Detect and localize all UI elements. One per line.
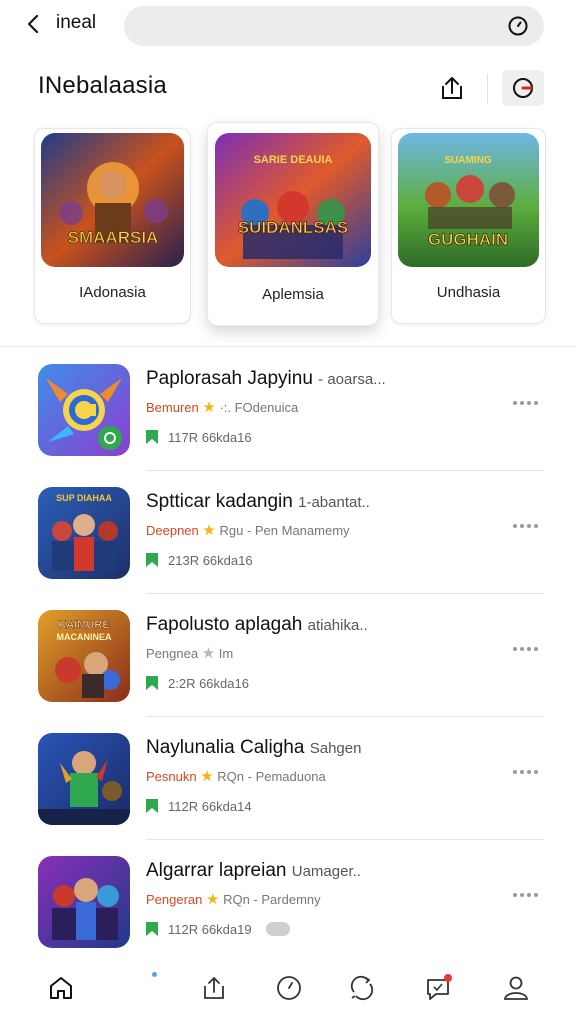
row-title: Algarrar lapreian Uamager..	[146, 860, 361, 881]
chat-icon[interactable]	[424, 974, 452, 1002]
clock-icon[interactable]	[275, 974, 303, 1002]
profile-icon[interactable]	[502, 974, 530, 1002]
bookmark-icon	[146, 799, 158, 813]
featured-label: IAdonasia	[79, 284, 146, 301]
list-item[interactable]: SUP DIAHAA Sptticar kadangin 1-abantat..…	[0, 471, 576, 594]
featured-art-3: SUAMING GUGHAIN	[398, 133, 539, 267]
row-title: Sptticar kadangin 1-abantat..	[146, 491, 370, 512]
svg-text:SUAMING: SUAMING	[444, 155, 491, 166]
header-divider	[487, 74, 488, 104]
row-stat: 117R 66kda16	[146, 430, 252, 445]
bookmark-icon	[146, 553, 158, 567]
more-icon[interactable]	[512, 521, 538, 531]
back-label[interactable]: ineal	[56, 12, 96, 34]
list-item[interactable]: Naylunalia Caligha Sahgen Pesnukn ★ RQn …	[0, 717, 576, 840]
record-icon	[513, 78, 533, 98]
row-meta: Deepnen ★ Rgu - Pen Manamemy	[146, 522, 350, 539]
more-icon[interactable]	[512, 890, 538, 900]
featured-art-1: SMAARSIA	[41, 133, 184, 267]
star-icon: ★	[200, 768, 214, 785]
row-meta: Pengeran ★ RQn - Pardemny	[146, 891, 321, 908]
back-arrow-icon[interactable]	[22, 12, 46, 36]
row-meta: Pengnea ★ Im	[146, 645, 234, 662]
share-icon[interactable]	[437, 72, 469, 104]
developer-name: Pengeran	[146, 892, 203, 907]
bookmark-icon	[146, 922, 158, 936]
row-meta: Pesnukn ★ RQn - Pemaduona	[146, 768, 326, 785]
top-bar: ineal	[0, 0, 576, 52]
toggle-switch[interactable]	[265, 922, 290, 936]
row-stat: 112R 66kda14	[146, 799, 252, 814]
svg-text:SARIE DEAUIA: SARIE DEAUIA	[254, 154, 333, 166]
art-title-2: SUIDANLSAS	[238, 218, 349, 237]
list-item[interactable]: Paplorasah Japyinu - aoarsa... Bemuren ★…	[0, 348, 576, 471]
featured-art-2: SARIE DEAUIA SUIDANLSAS	[215, 133, 371, 267]
star-icon: ★	[202, 522, 216, 539]
row-title: Paplorasah Japyinu - aoarsa...	[146, 368, 386, 389]
featured-card[interactable]: SMAARSIA IAdonasia	[34, 128, 191, 324]
app-icon	[38, 364, 130, 456]
featured-label: Undhasia	[436, 284, 501, 301]
more-icon[interactable]	[512, 644, 538, 654]
row-stat: 2:2R 66kda16	[146, 676, 249, 691]
nav-indicator	[152, 972, 157, 977]
search-input[interactable]	[124, 6, 544, 46]
bookmark-icon	[146, 430, 158, 444]
bookmark-icon	[146, 676, 158, 690]
star-icon: ★	[201, 645, 216, 662]
row-title: Fapolusto aplagah atiahika..	[146, 614, 368, 635]
featured-card[interactable]: SUAMING GUGHAIN Undhasia	[391, 128, 546, 324]
app-icon: KAIMURE MACANINEA	[38, 610, 130, 702]
app-icon	[38, 733, 130, 825]
star-icon: ★	[202, 399, 216, 416]
section-divider	[0, 346, 576, 347]
svg-text:MACANINEA: MACANINEA	[57, 632, 112, 642]
more-icon[interactable]	[512, 398, 538, 408]
record-button[interactable]	[502, 70, 544, 106]
developer-name: Pengnea	[146, 646, 199, 661]
featured-label: Aplemsia	[262, 286, 324, 303]
app-icon	[38, 856, 130, 948]
row-stat: 213R 66kda16	[146, 553, 253, 568]
bottom-nav	[0, 960, 576, 1024]
star-icon: ★	[206, 891, 220, 908]
art-title-1: SMAARSIA	[68, 228, 159, 247]
app-icon: SUP DIAHAA	[38, 487, 130, 579]
more-icon[interactable]	[512, 767, 538, 777]
page-title: INebalaasia	[38, 72, 167, 99]
svg-text:KAIMURE: KAIMURE	[58, 619, 109, 631]
art-title-3: GUGHAIN	[428, 230, 508, 249]
svg-text:SUP DIAHAA: SUP DIAHAA	[56, 493, 112, 503]
row-stat: 112R 66kda19	[146, 922, 290, 937]
list-item[interactable]: Algarrar lapreian Uamager.. Pengeran ★ R…	[0, 840, 576, 963]
notification-badge	[444, 974, 452, 982]
featured-card[interactable]: SARIE DEAUIA SUIDANLSAS Aplemsia	[207, 122, 379, 326]
row-title: Naylunalia Caligha Sahgen	[146, 737, 362, 758]
developer-name: Bemuren	[146, 400, 199, 415]
list-item[interactable]: KAIMURE MACANINEA Fapolusto aplagah atia…	[0, 594, 576, 717]
share-icon[interactable]	[201, 974, 229, 1002]
home-icon[interactable]	[47, 974, 75, 1002]
timer-icon[interactable]	[506, 14, 530, 38]
row-meta: Bemuren ★ ·:. FOdenuica	[146, 399, 299, 416]
refresh-chat-icon[interactable]	[348, 974, 376, 1002]
developer-name: Deepnen	[146, 523, 199, 538]
developer-name: Pesnukn	[146, 769, 197, 784]
